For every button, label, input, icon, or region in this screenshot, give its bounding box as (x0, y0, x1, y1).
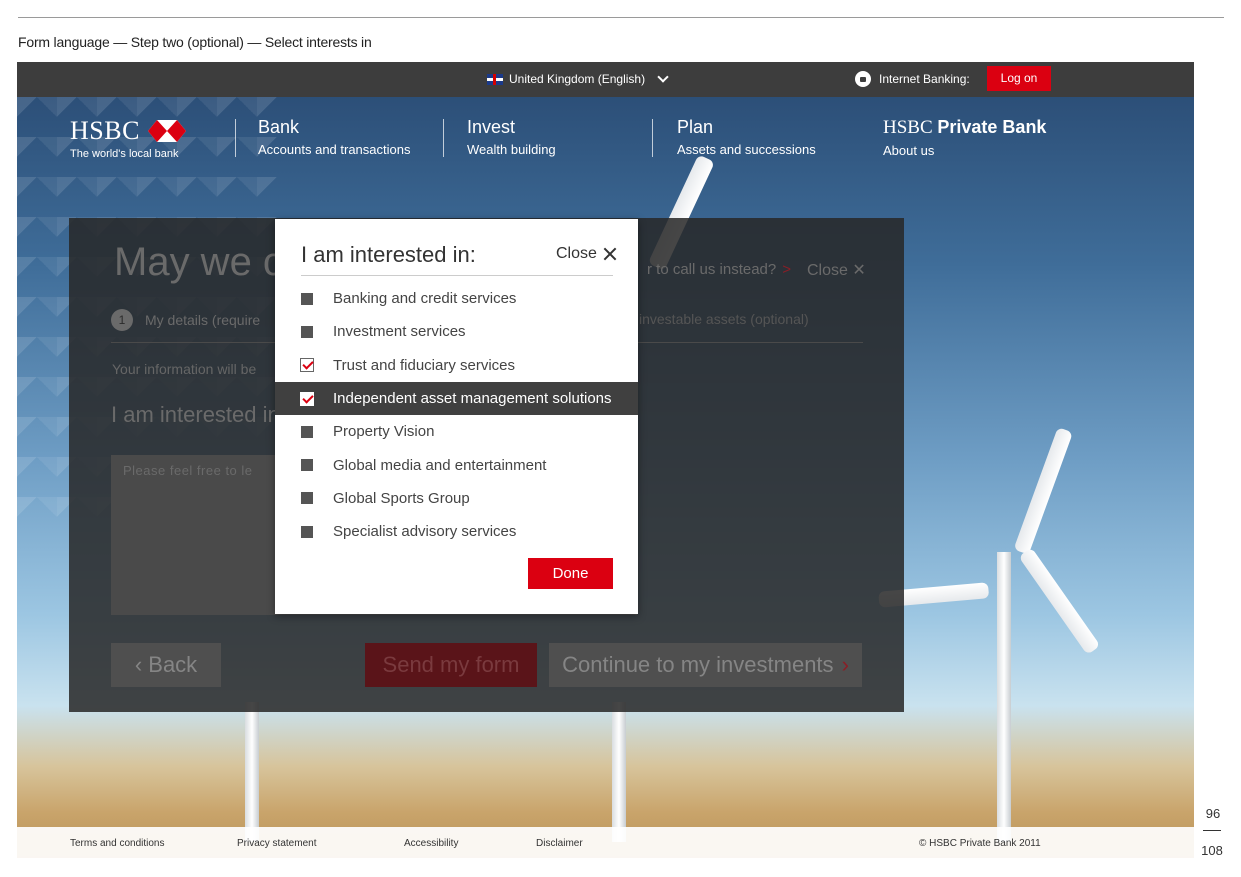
nav-item-private-bank[interactable]: HSBC Private Bank About us (883, 117, 1046, 158)
interest-option[interactable]: Trust and fiduciary services (275, 349, 638, 382)
nav-item-bank[interactable]: Bank Accounts and transactions (258, 117, 410, 157)
page-number: 96 (1205, 806, 1221, 821)
done-button[interactable]: Done (528, 558, 613, 589)
locale-label: United Kingdom (English) (509, 72, 646, 86)
call-us-link[interactable]: r to call us instead? > (647, 261, 791, 278)
internet-banking: Internet Banking: (855, 71, 970, 87)
nav-title: Plan (677, 117, 714, 137)
nav-title: Invest (467, 117, 516, 137)
interest-option-label: Property Vision (333, 423, 435, 441)
nav-item-plan[interactable]: Plan Assets and successions (677, 117, 816, 157)
interest-option-label: Independent asset management solutions (333, 390, 612, 408)
continue-label: Continue to my investments (562, 652, 834, 677)
top-rule (18, 17, 1224, 18)
nav-separator (443, 119, 444, 157)
step-three[interactable]: investable assets (optional) (639, 311, 809, 327)
nav-subtitle: Wealth building (467, 142, 556, 157)
continue-button[interactable]: Continue to my investments › (549, 643, 862, 687)
interest-option[interactable]: Specialist advisory services (275, 515, 638, 548)
nav-item-invest[interactable]: Invest Wealth building (467, 117, 556, 157)
log-on-button[interactable]: Log on (987, 66, 1051, 91)
brand-tagline: The world's local bank (70, 148, 179, 160)
interests-modal: I am interested in: Close Banking and cr… (275, 219, 638, 614)
nav-subtitle: Assets and successions (677, 142, 816, 157)
modal-close-label: Close (556, 245, 597, 262)
footer-link-disclaimer[interactable]: Disclaimer (536, 838, 583, 849)
footer-link-terms[interactable]: Terms and conditions (70, 838, 165, 849)
interest-option-label: Global media and entertainment (333, 456, 547, 474)
form-close-button[interactable]: Close ✕ (807, 260, 866, 280)
uk-flag-icon (487, 73, 503, 85)
interest-option-label: Trust and fiduciary services (333, 356, 516, 374)
interest-option[interactable]: Banking and credit services (275, 282, 638, 315)
internet-banking-label: Internet Banking: (879, 72, 970, 86)
document-caption: Form language — Step two (optional) — Se… (18, 34, 372, 50)
screenshot-frame: United Kingdom (English) Internet Bankin… (17, 62, 1194, 858)
interest-option[interactable]: Global media and entertainment (275, 448, 638, 481)
call-us-label: r to call us instead? (647, 261, 777, 278)
checkbox-icon[interactable] (301, 425, 313, 438)
page-number-rule (1203, 830, 1221, 831)
step-one[interactable]: 1 My details (require (111, 309, 260, 331)
checkbox-icon[interactable] (301, 459, 313, 472)
nav-separator (652, 119, 653, 157)
utility-bar: United Kingdom (English) Internet Bankin… (17, 62, 1194, 97)
interest-heading: I am interested in (111, 402, 280, 427)
checkbox-icon[interactable] (301, 292, 313, 305)
private-bank-prefix: HSBC (883, 117, 933, 138)
footer-link-accessibility[interactable]: Accessibility (404, 838, 458, 849)
brand-name: HSBC (70, 116, 140, 145)
back-label: Back (148, 652, 198, 677)
modal-close-button[interactable]: Close (556, 245, 617, 263)
locale-selector[interactable]: United Kingdom (English) (487, 71, 669, 86)
chevron-left-icon: ‹ (134, 652, 149, 677)
modal-title: I am interested in: (301, 242, 476, 267)
interest-option[interactable]: Investment services (275, 315, 638, 348)
nav-separator (235, 119, 236, 157)
modal-divider (301, 275, 613, 276)
interest-options-list: Banking and credit services Investment se… (275, 282, 638, 548)
info-text: Your information will be (112, 361, 257, 377)
hsbc-brand[interactable]: HSBC The world's local bank (70, 116, 186, 160)
checkbox-checked-icon[interactable] (300, 358, 314, 373)
lock-icon (855, 71, 871, 87)
footer: Terms and conditions Privacy statement A… (17, 827, 1194, 858)
back-button[interactable]: ‹ Back (111, 643, 221, 687)
step-label: My details (require (145, 312, 261, 328)
interest-option[interactable]: Property Vision (275, 415, 638, 448)
nav-subtitle: About us (883, 143, 935, 158)
interest-option-label: Banking and credit services (333, 290, 517, 308)
step-number: 1 (111, 309, 133, 331)
nav-subtitle: Accounts and transactions (258, 142, 411, 157)
hsbc-hexagon-logo-icon (147, 120, 186, 142)
send-form-button[interactable]: Send my form (365, 643, 537, 687)
checkbox-checked-icon[interactable] (300, 391, 314, 406)
footer-link-privacy[interactable]: Privacy statement (237, 838, 316, 849)
footer-copyright: © HSBC Private Bank 2011 (919, 838, 1041, 849)
chevron-down-icon (657, 71, 669, 83)
interest-option-label: Investment services (333, 323, 466, 341)
chevron-right-icon: › (841, 652, 849, 677)
interest-option-label: Global Sports Group (333, 489, 470, 507)
interest-option[interactable]: Global Sports Group (275, 482, 638, 515)
interest-option[interactable]: Independent asset management solutions (275, 381, 638, 416)
interest-option-label: Specialist advisory services (333, 523, 517, 541)
nav-title: Bank (258, 117, 300, 137)
textarea-placeholder: Please feel free to le (123, 463, 253, 478)
private-bank-bold: Private Bank (937, 117, 1047, 137)
close-icon (603, 247, 617, 261)
checkbox-icon[interactable] (301, 525, 313, 538)
page-total: 108 (1201, 843, 1223, 858)
checkbox-icon[interactable] (301, 325, 313, 338)
checkbox-icon[interactable] (301, 492, 313, 505)
arrow-right-icon: > (782, 261, 792, 278)
private-bank-title: HSBC Private Bank (883, 117, 1046, 139)
